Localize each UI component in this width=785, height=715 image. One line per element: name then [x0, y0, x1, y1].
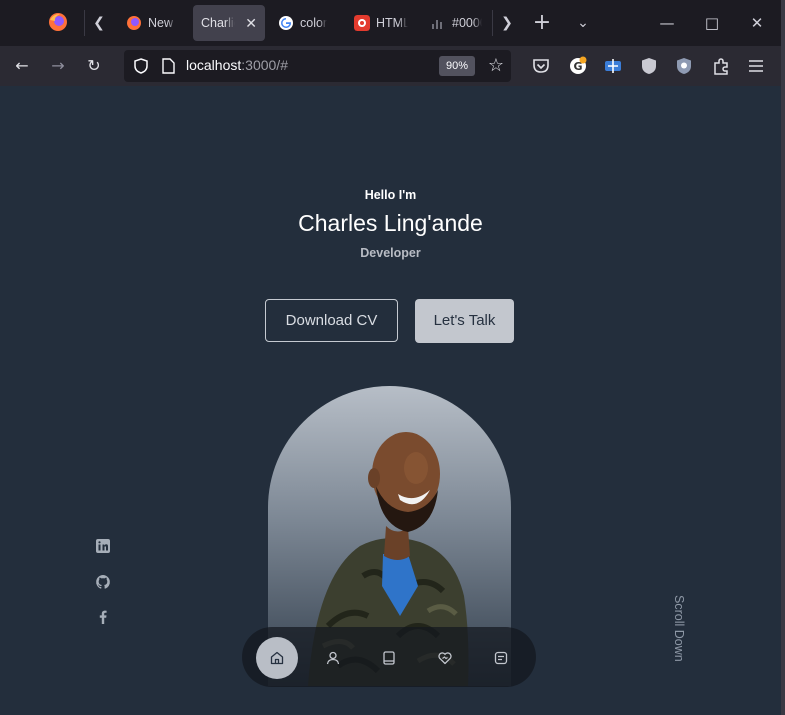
tab-new-tab[interactable]: New T [118, 5, 184, 41]
tab-hex-color[interactable]: #0000 [422, 5, 490, 41]
tab-label: Charlie [201, 16, 235, 30]
bookmark-star-icon[interactable]: ☆ [485, 55, 507, 77]
privacy-badge-icon[interactable] [673, 55, 695, 77]
scroll-tabs-right-icon[interactable]: ❯ [497, 13, 517, 33]
navigation-toolbar: ← → ↻ localhost:3000/# 90% ☆ G [0, 46, 781, 86]
tab-label: #0000 [452, 16, 482, 30]
download-cv-button[interactable]: Download CV [265, 299, 398, 342]
chart-icon [432, 20, 442, 29]
tab-separator [84, 10, 85, 36]
tab-charlie[interactable]: Charlie ✕ [193, 5, 265, 41]
firefox-icon [127, 16, 141, 30]
portfolio-page: Hello I'm Charles Ling'ande Developer Do… [0, 86, 781, 715]
book-icon [383, 651, 395, 665]
url-path: :3000/# [241, 57, 288, 73]
zoom-indicator[interactable]: 90% [439, 56, 475, 76]
minimize-icon[interactable]: — [656, 12, 678, 34]
url-bar[interactable]: localhost:3000/# 90% ☆ [124, 50, 511, 82]
nav-about[interactable] [312, 637, 354, 679]
tab-separator [492, 10, 493, 36]
back-icon[interactable]: ← [11, 55, 33, 77]
pocket-icon[interactable] [530, 55, 552, 77]
hero-role: Developer [360, 246, 421, 260]
facebook-icon[interactable] [95, 609, 111, 625]
tab-label: HTML [376, 16, 408, 30]
close-window-icon[interactable]: ✕ [746, 12, 768, 34]
reload-icon[interactable]: ↻ [83, 55, 105, 77]
grammarly-icon[interactable]: G [567, 55, 589, 77]
tab-label: color [300, 16, 328, 30]
forward-icon[interactable]: → [47, 55, 69, 77]
scroll-tabs-left-icon[interactable]: ❮ [89, 13, 109, 33]
greeting-text: Hello I'm [364, 188, 417, 202]
linkedin-icon[interactable] [95, 538, 111, 554]
tab-label: New T [148, 16, 176, 30]
nav-contact[interactable] [480, 637, 522, 679]
home-icon [270, 651, 284, 665]
maximize-icon[interactable]: □ [701, 12, 723, 34]
hamburger-menu-icon[interactable] [745, 55, 767, 77]
extensions-puzzle-icon[interactable] [710, 55, 732, 77]
new-tab-icon[interactable]: + [532, 12, 552, 34]
scroll-down-link[interactable]: Scroll Down [672, 595, 686, 667]
tab-strip: ❮ New T Charlie ✕ color HTML #0000 ❯ + ⌄ [0, 0, 781, 46]
google-icon [279, 16, 293, 30]
ublock-shield-icon[interactable] [638, 55, 660, 77]
github-icon[interactable] [95, 574, 111, 590]
url-host: localhost [186, 57, 242, 73]
message-icon [494, 651, 508, 665]
list-all-tabs-icon[interactable]: ⌄ [573, 13, 593, 33]
translate-extension-icon[interactable] [602, 55, 624, 77]
browser-window: ❮ New T Charlie ✕ color HTML #0000 ❯ + ⌄ [0, 0, 781, 715]
url-text[interactable]: localhost:3000/# [186, 57, 288, 73]
red-site-icon [354, 15, 370, 31]
nav-home[interactable] [256, 637, 298, 679]
user-icon [326, 651, 340, 665]
tracking-protection-icon[interactable] [133, 58, 149, 74]
hero-name: Charles Ling'ande [298, 210, 483, 236]
tab-color[interactable]: color [270, 5, 340, 41]
nav-experience[interactable] [368, 637, 410, 679]
lets-talk-button[interactable]: Let's Talk [415, 299, 514, 343]
firefox-menu-icon[interactable] [48, 12, 68, 32]
tab-html[interactable]: HTML [346, 5, 416, 41]
close-tab-icon[interactable]: ✕ [245, 15, 257, 32]
services-icon [438, 652, 452, 665]
nav-services[interactable] [424, 637, 466, 679]
page-info-icon[interactable] [162, 58, 175, 74]
window-edge [781, 0, 785, 715]
bottom-navigation [242, 627, 536, 687]
